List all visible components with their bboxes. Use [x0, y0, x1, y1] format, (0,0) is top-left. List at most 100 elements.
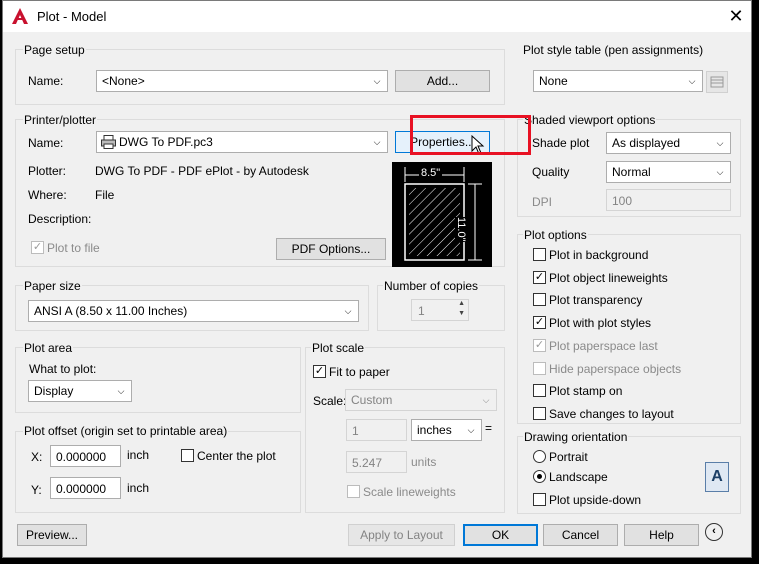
units-label: units — [411, 455, 437, 469]
plot-area-title: Plot area — [23, 341, 74, 355]
dpi-value: 100 — [612, 194, 633, 208]
printer-name-combo[interactable]: DWG To PDF.pc3 ⌵ — [96, 131, 388, 153]
plot-option-checkbox[interactable]: ✓ — [533, 316, 546, 329]
center-plot-checkbox[interactable] — [181, 449, 194, 462]
title-bar: Plot - Model ✕ — [3, 1, 751, 32]
printer-name-label: Name: — [28, 136, 64, 150]
copies-title: Number of copies — [383, 279, 480, 293]
where-label: Where: — [28, 188, 67, 202]
pdf-options-button[interactable]: PDF Options... — [276, 238, 386, 260]
plot-scale-title: Plot scale — [311, 341, 366, 355]
chevron-down-icon: ⌵ — [467, 425, 475, 435]
scale-lineweights-label: Scale lineweights — [363, 485, 456, 499]
shade-plot-label: Shade plot — [532, 136, 590, 150]
dpi-label: DPI — [532, 195, 553, 209]
chevron-down-icon: ⌵ — [344, 306, 352, 316]
scale-unit-combo[interactable]: inches ⌵ — [411, 419, 482, 441]
scale-combo[interactable]: Custom ⌵ — [345, 389, 497, 411]
scale-numerator-input[interactable]: 1 — [346, 419, 407, 441]
scale-unit-value: inches — [417, 423, 452, 437]
printer-name-value: DWG To PDF.pc3 — [119, 135, 213, 149]
collapse-arrow-icon[interactable]: ‹ — [705, 523, 723, 541]
plot-option-checkbox[interactable]: ✓ — [533, 339, 546, 352]
what-to-plot-combo[interactable]: Display ⌵ — [28, 380, 132, 402]
plot-option-checkbox[interactable] — [533, 362, 546, 375]
add-button[interactable]: Add... — [395, 70, 490, 92]
plot-option-label: Plot in background — [549, 248, 649, 262]
plot-option-checkbox[interactable] — [533, 407, 546, 420]
plot-option-checkbox[interactable]: ✓ — [533, 271, 546, 284]
description-label: Description: — [28, 212, 92, 226]
plot-offset-title: Plot offset (origin set to printable are… — [23, 424, 229, 438]
preview-button[interactable]: Preview... — [17, 524, 87, 546]
plot-to-file-checkbox[interactable]: ✓ — [31, 241, 44, 254]
upside-down-label: Plot upside-down — [549, 493, 642, 507]
plot-option-checkbox[interactable] — [533, 293, 546, 306]
scale-units-input[interactable]: 5.247 — [346, 451, 407, 473]
help-button[interactable]: Help — [624, 524, 699, 546]
plot-offset-group — [15, 431, 301, 513]
x-label: X: — [31, 450, 43, 464]
shade-plot-combo[interactable]: As displayed ⌵ — [606, 132, 731, 154]
plotter-value: DWG To PDF - PDF ePlot - by Autodesk — [95, 164, 309, 178]
page-setup-title: Page setup — [23, 43, 86, 57]
copies-value: 1 — [418, 304, 425, 318]
style-table-title: Plot style table (pen assignments) — [523, 43, 704, 57]
cancel-button[interactable]: Cancel — [543, 524, 618, 546]
page-setup-name-label: Name: — [28, 74, 64, 88]
plot-option-label: Hide paperspace objects — [549, 362, 682, 376]
chevron-down-icon: ⌵ — [373, 137, 381, 147]
landscape-radio[interactable] — [533, 470, 546, 483]
quality-value: Normal — [612, 165, 651, 179]
autocad-logo-icon — [12, 8, 28, 24]
fit-to-paper-checkbox[interactable]: ✓ — [313, 365, 326, 378]
plot-to-file-label: Plot to file — [47, 241, 100, 255]
y-offset-input[interactable]: 0.000000 — [50, 477, 121, 499]
quality-combo[interactable]: Normal ⌵ — [606, 161, 731, 183]
highlight-box — [410, 115, 531, 155]
what-to-plot-value: Display — [34, 384, 74, 398]
orientation-title: Drawing orientation — [523, 430, 629, 444]
fit-to-paper-label: Fit to paper — [329, 365, 390, 379]
paper-size-combo[interactable]: ANSI A (8.50 x 11.00 Inches) ⌵ — [28, 300, 359, 322]
close-icon[interactable]: ✕ — [725, 5, 747, 27]
y-unit: inch — [127, 481, 150, 495]
ok-button[interactable]: OK — [463, 524, 538, 546]
x-offset-value: 0.000000 — [56, 450, 107, 464]
plot-option-label: Plot with plot styles — [549, 316, 652, 330]
style-table-combo[interactable]: None ⌵ — [533, 70, 703, 92]
center-plot-label: Center the plot — [197, 449, 276, 463]
chevron-down-icon: ⌵ — [716, 138, 724, 148]
plotter-label: Plotter: — [28, 164, 67, 178]
copies-spinner[interactable]: 1 ▲ ▼ — [411, 299, 469, 321]
edit-style-table-button[interactable] — [706, 71, 728, 93]
plot-dialog: Plot - Model ✕ Page setup Name: <None> ⌵… — [2, 0, 752, 558]
spin-down-icon[interactable]: ▼ — [458, 310, 465, 317]
spin-up-icon[interactable]: ▲ — [458, 300, 465, 307]
chevron-down-icon: ⌵ — [716, 167, 724, 177]
plot-options-title: Plot options — [523, 228, 588, 242]
what-to-plot-label: What to plot: — [29, 362, 97, 376]
scale-lineweights-checkbox[interactable] — [347, 485, 360, 498]
shade-plot-value: As displayed — [612, 136, 681, 150]
style-table-value: None — [539, 74, 568, 88]
dpi-input[interactable]: 100 — [606, 189, 731, 211]
chevron-down-icon: ⌵ — [688, 76, 696, 86]
portrait-label: Portrait — [549, 450, 588, 464]
equals-sign: = — [485, 421, 493, 435]
plot-option-checkbox[interactable] — [533, 248, 546, 261]
plot-option-label: Save changes to layout — [549, 407, 674, 421]
paper-size-value: ANSI A (8.50 x 11.00 Inches) — [34, 304, 188, 318]
plot-option-checkbox[interactable] — [533, 384, 546, 397]
portrait-radio[interactable] — [533, 450, 546, 463]
apply-to-layout-button[interactable]: Apply to Layout — [348, 524, 455, 546]
shaded-title: Shaded viewport options — [523, 113, 657, 127]
x-offset-input[interactable]: 0.000000 — [50, 445, 121, 467]
plot-option-label: Plot object lineweights — [549, 271, 668, 285]
orientation-preview-icon: A — [705, 462, 729, 492]
upside-down-checkbox[interactable] — [533, 493, 546, 506]
chevron-down-icon: ⌵ — [117, 386, 125, 396]
table-edit-icon — [710, 76, 724, 88]
page-setup-name-combo[interactable]: <None> ⌵ — [96, 70, 388, 92]
plot-option-label: Plot stamp on — [549, 384, 623, 398]
